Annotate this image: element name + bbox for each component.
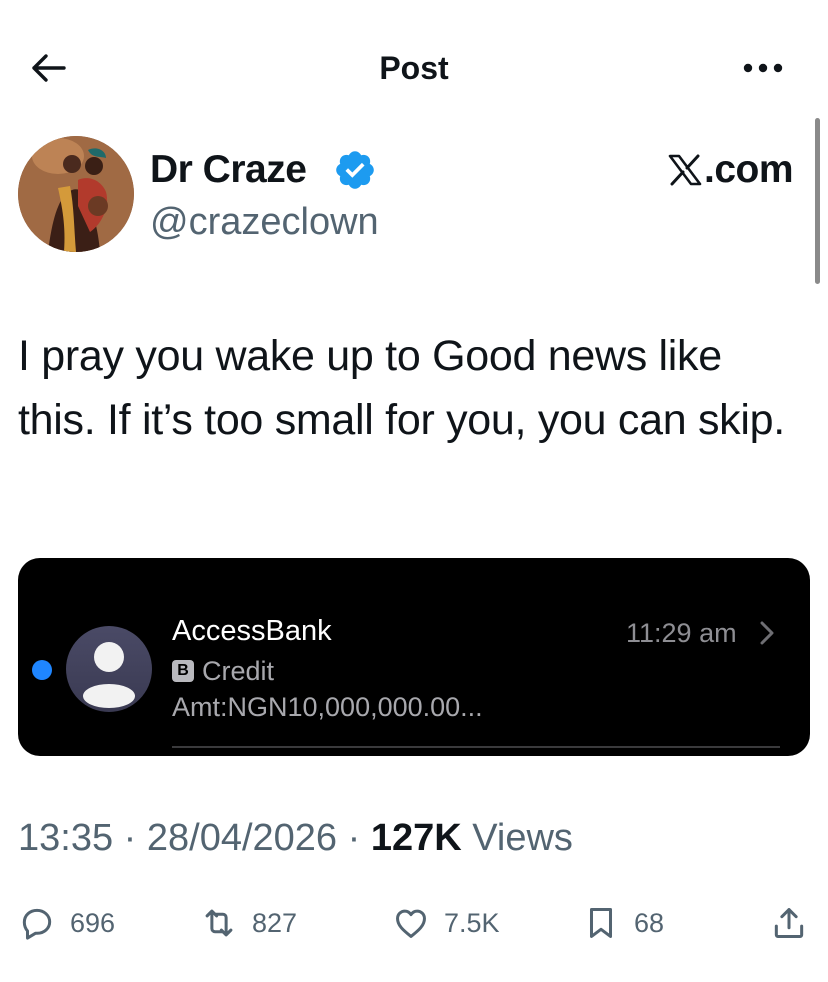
verified-badge-icon: [336, 151, 374, 189]
author-handle[interactable]: @crazeclown: [150, 200, 379, 244]
reply-button[interactable]: 696: [18, 900, 115, 946]
x-logo-icon: [668, 154, 702, 186]
bookmark-button[interactable]: 68: [582, 900, 664, 946]
notification-subject: B Credit: [172, 654, 274, 688]
unread-dot: [32, 660, 52, 680]
more-horizontal-icon: [743, 63, 783, 73]
views-count: 127K: [370, 817, 462, 859]
bookmark-count: 68: [634, 907, 665, 938]
divider: [172, 746, 780, 748]
reply-count: 696: [70, 907, 116, 938]
views-label: Views: [472, 817, 573, 859]
like-count: 7.5K: [444, 907, 500, 938]
bookmark-icon: [589, 908, 613, 938]
scrollbar[interactable]: [815, 118, 820, 284]
reply-icon: [22, 908, 52, 940]
repost-count: 827: [252, 907, 298, 938]
author-display-name[interactable]: Dr Craze: [150, 148, 307, 192]
heart-icon: [396, 909, 426, 938]
source-label: .com: [704, 148, 794, 191]
post-text: I pray you wake up to Good news like thi…: [18, 332, 785, 444]
post-date[interactable]: 28/04/2026: [147, 817, 337, 859]
contact-avatar-icon: [66, 626, 152, 712]
post-detail-screen: Post Dr Craze @crazeclown .com I pray yo…: [0, 0, 828, 982]
author-avatar[interactable]: [18, 136, 134, 252]
repost-button[interactable]: 827: [200, 900, 297, 946]
repost-icon: [205, 909, 233, 937]
post-source: .com: [668, 148, 794, 192]
like-button[interactable]: 7.5K: [392, 900, 500, 946]
post-media-image[interactable]: AccessBank 11:29 am B Credit Amt:NGN10,0…: [18, 558, 810, 756]
share-icon: [774, 908, 804, 938]
notification-sender: AccessBank: [172, 615, 332, 647]
share-button[interactable]: [770, 900, 822, 946]
post-time[interactable]: 13:35: [18, 817, 113, 859]
notification-preview: Amt:NGN10,000,000.00...: [172, 692, 483, 722]
more-options-button[interactable]: [738, 50, 788, 86]
notification-time: 11:29 am: [626, 618, 737, 648]
bold-badge-icon: B: [172, 660, 194, 682]
notification-subject-text: Credit: [202, 656, 275, 686]
page-title: Post: [379, 50, 449, 86]
chevron-right-icon: [760, 621, 774, 645]
post-meta: 13:35 · 28/04/2026 · 127K Views: [18, 817, 573, 859]
